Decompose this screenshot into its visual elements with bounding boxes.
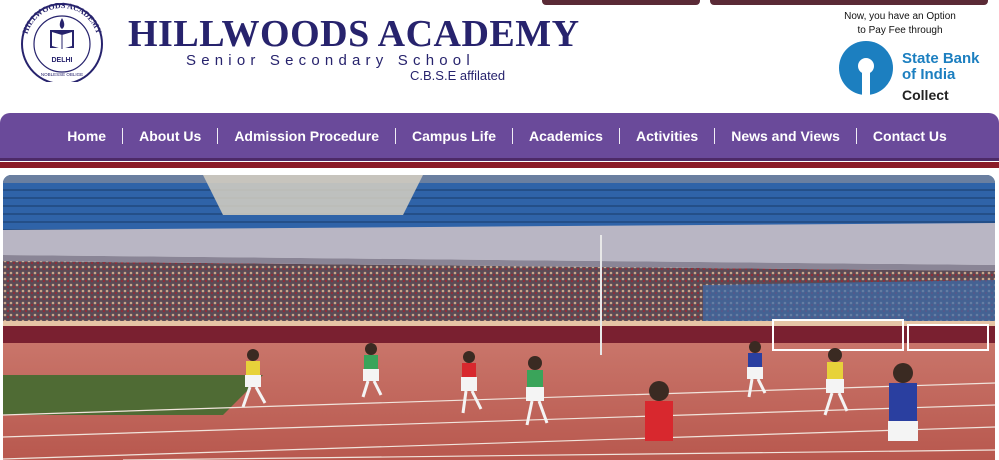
nav-item-activities: Activities — [620, 127, 716, 144]
hero-banner[interactable] — [3, 175, 995, 460]
top-tab-right[interactable] — [710, 0, 988, 5]
nav-link-about[interactable]: About Us — [123, 128, 217, 144]
nav-separator — [618, 127, 620, 144]
top-tab-left[interactable] — [542, 0, 700, 5]
nav-link-campus-life[interactable]: Campus Life — [396, 128, 512, 144]
fee-note-line1: Now, you have an Option — [844, 11, 956, 22]
nav-item-admission: Admission Procedure — [218, 127, 397, 144]
fee-note-line2: to Pay Fee through — [857, 25, 943, 36]
nav-separator — [122, 127, 124, 144]
logo-city-text: DELHI — [52, 57, 73, 64]
main-nav: Home About Us Admission Procedure Campus… — [0, 113, 999, 158]
nav-item-news: News and Views — [715, 127, 857, 144]
sbi-name-line1: State Bank — [902, 50, 980, 67]
stadium-photo-image — [3, 175, 995, 460]
nav-link-home[interactable]: Home — [51, 128, 122, 144]
nav-link-activities[interactable]: Activities — [620, 128, 714, 144]
site-header: HILLWOODS ACADEMY DELHI NOBLESSE OBLIGE … — [0, 0, 999, 113]
logo-motto-text: NOBLESSE OBLIGE — [41, 72, 83, 77]
sbi-logo-icon[interactable] — [838, 40, 894, 96]
nav-item-campus-life: Campus Life — [396, 127, 514, 144]
sbi-collect[interactable]: Collect — [902, 87, 949, 103]
nav-item-about: About Us — [123, 127, 219, 144]
nav-link-admission[interactable]: Admission Procedure — [218, 128, 395, 144]
nav-item-academics: Academics — [513, 127, 620, 144]
nav-separator — [512, 127, 514, 144]
sbi-name[interactable]: State Bank of India — [902, 51, 980, 83]
accent-bar — [0, 162, 999, 168]
nav-separator — [217, 127, 219, 144]
nav-link-news[interactable]: News and Views — [715, 128, 856, 144]
nav-separator — [714, 127, 716, 144]
brand-affiliation: C.B.S.E affilated — [410, 68, 506, 83]
nav-item-contact: Contact Us — [857, 128, 963, 144]
nav-separator — [395, 127, 397, 144]
nav-link-contact[interactable]: Contact Us — [857, 128, 963, 144]
nav-link-academics[interactable]: Academics — [513, 128, 619, 144]
brand-title[interactable]: HILLWOODS ACADEMY — [128, 14, 580, 54]
sbi-name-line2: of India — [902, 66, 956, 83]
nav-item-home: Home — [51, 127, 124, 144]
nav-separator — [855, 127, 857, 144]
fee-note: Now, you have an Option to Pay Fee throu… — [838, 10, 962, 38]
nav-underline — [0, 158, 999, 161]
school-logo[interactable]: HILLWOODS ACADEMY DELHI NOBLESSE OBLIGE — [12, 0, 112, 82]
brand-subtitle: Senior Secondary School — [186, 52, 475, 69]
